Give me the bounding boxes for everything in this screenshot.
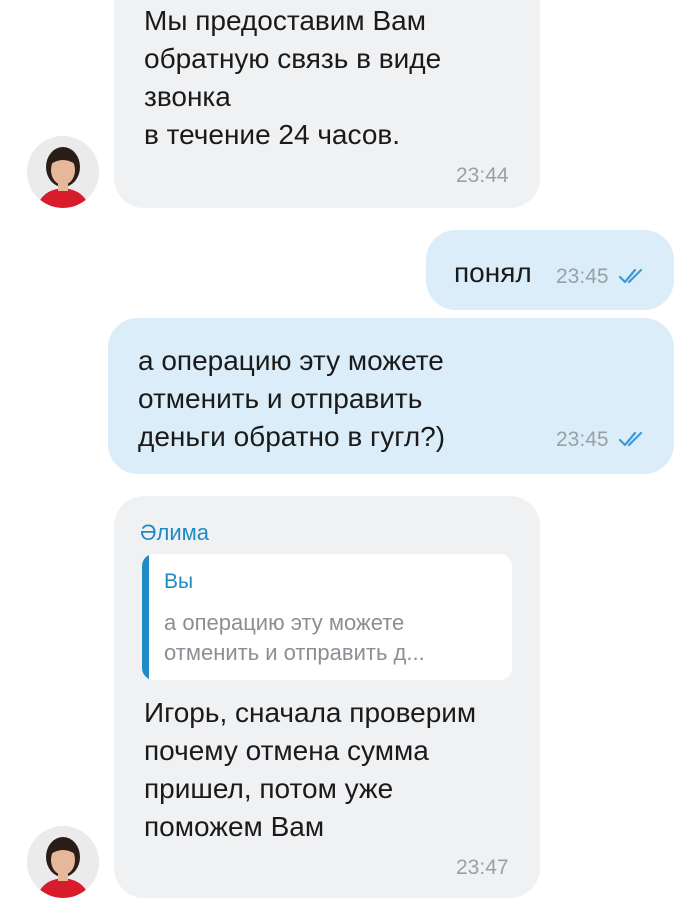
message-time: 23:45 [556,428,609,451]
sender-name[interactable]: Әлима [140,520,209,546]
message-bubble-incoming[interactable]: Әлима Вы а операцию эту можете отменить … [114,496,540,898]
reply-text: а операцию эту можете отменить и отправи… [164,610,425,665]
avatar-image [27,826,99,898]
reply-accent-bar [142,554,149,680]
reply-author: Вы [164,570,194,593]
message-time: 23:47 [456,856,509,879]
message-text: Мы предоставим Вам обратную связь в виде… [144,5,442,150]
double-check-icon [618,431,643,447]
message-bubble-outgoing[interactable]: а операцию эту можете отменить и отправи… [108,318,674,474]
message-text: Игорь, сначала проверим почему отмена су… [144,697,477,842]
chat-history: Мы предоставим Вам обратную связь в виде… [0,0,700,924]
message-time: 23:44 [456,164,509,187]
message-text: понял [454,257,532,288]
avatar[interactable] [27,826,99,898]
avatar-image [27,136,99,208]
reply-quote[interactable]: Вы а операцию эту можете отменить и отпр… [142,554,512,680]
message-bubble-incoming[interactable]: Мы предоставим Вам обратную связь в виде… [114,0,540,208]
message-bubble-outgoing[interactable]: понял 23:45 [426,230,674,310]
double-check-icon [618,268,643,284]
avatar[interactable] [27,136,99,208]
message-time: 23:45 [556,265,609,288]
message-text: а операцию эту можете отменить и отправи… [138,345,446,452]
